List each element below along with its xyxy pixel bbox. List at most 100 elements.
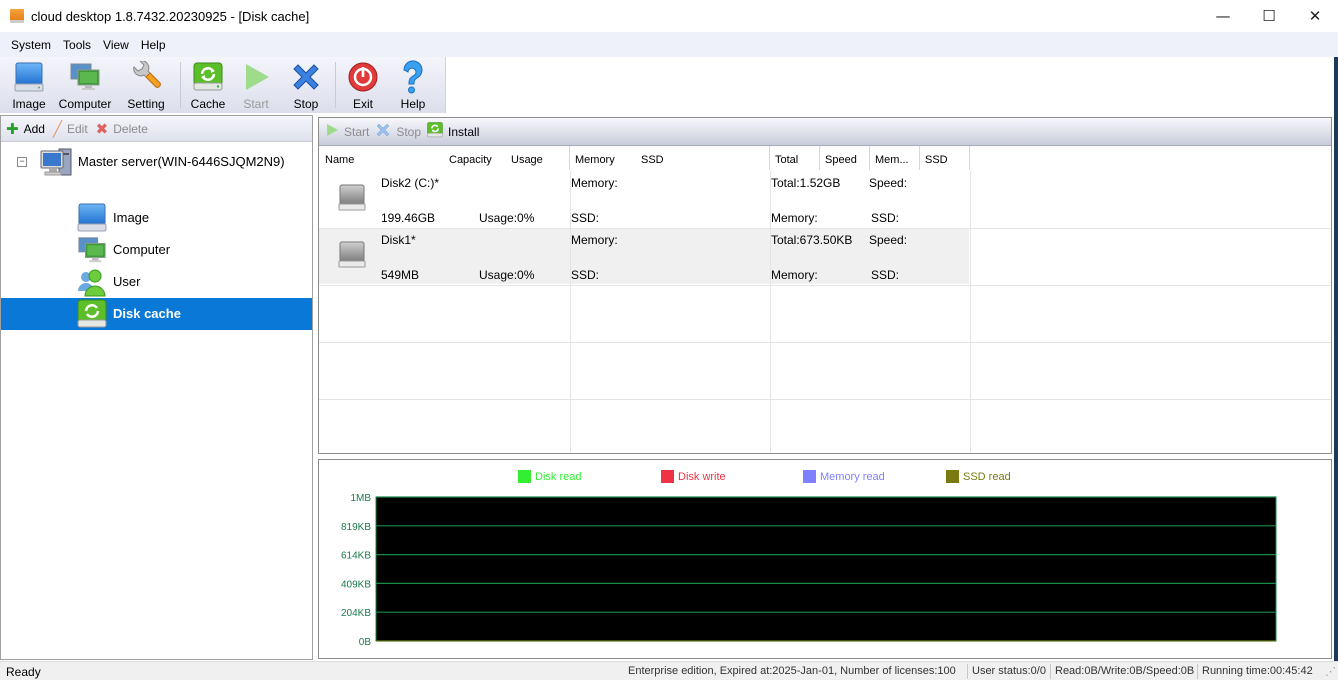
question-icon [396,60,430,94]
toolbar-help-button[interactable]: Help [386,57,440,113]
disk-stop-button[interactable]: Stop [375,122,421,141]
window-controls: — ☐ ✕ [1200,0,1338,32]
toolbar-stop-button[interactable]: Stop [281,57,331,113]
disk-speed: Speed: [869,176,908,190]
stop-x-icon [375,122,391,141]
toolbar-cache-button[interactable]: Cache [185,57,231,113]
col-capacity[interactable]: Capacity [449,154,492,166]
collapse-toggle[interactable]: − [17,157,27,167]
add-button[interactable]: ✚ Add [6,120,45,138]
row-divider [319,285,1331,286]
y-tick-label: 819KB [341,522,371,533]
tree-root-master-server[interactable]: − Master server(WIN-6446SJQM2N9) [1,146,312,178]
edit-label: Edit [66,121,88,136]
tree-item-disk-cache[interactable]: Disk cache [1,298,312,330]
toolbar-image-label: Image [12,97,46,111]
col-ssd[interactable]: SSD [641,154,664,166]
disk-table: Name Capacity Usage Memory SSD Total Spe… [319,146,1331,452]
tree-item-computer[interactable]: Computer [1,234,312,266]
disk-name: Disk2 (C:)* [381,176,440,190]
computer-icon [68,60,102,94]
toolbar-exit-label: Exit [352,97,373,111]
io-status: Read:0B/Write:0B/Speed:0B [1055,665,1195,677]
play-icon [239,60,273,94]
toolbar-start-button[interactable]: Start [231,57,281,113]
disk-install-button[interactable]: Install [427,122,479,141]
header-divider [919,146,920,170]
cache-refresh-icon [191,60,225,94]
disk-capacity: 549MB [381,268,420,282]
play-icon [325,123,339,140]
tree-item-image[interactable]: Image [1,202,312,234]
header-divider [569,146,570,170]
header-divider [769,146,770,170]
tree-item-label: User [113,274,141,289]
menu-bar: System Tools View Help [0,32,1338,57]
resize-grip-icon[interactable]: ⋰ [1325,665,1336,678]
tree-item-label: Disk cache [113,306,181,321]
delete-label: Delete [113,121,148,136]
toolbar-setting-button[interactable]: Setting [116,57,176,113]
status-bar: Ready Enterprise edition, Expired at:202… [0,661,1338,680]
menu-view[interactable]: View [97,38,135,52]
header-divider [869,146,870,170]
disk-ssd: SSD: [571,268,600,282]
disk-list-panel: Start Stop Install Name Capacity Usage M… [318,117,1332,454]
toolbar-exit-button[interactable]: Exit [340,57,386,113]
toolbar-stop-label: Stop [293,97,319,111]
y-tick-label: 614KB [341,551,371,562]
toolbar-start-label: Start [243,97,269,111]
close-button[interactable]: ✕ [1292,0,1338,32]
disk-total-ssd: SSD: [871,211,900,225]
delete-button[interactable]: ✖ Delete [96,120,148,138]
toolbar-computer-label: Computer [58,97,112,111]
col-usage[interactable]: Usage [511,154,543,166]
toolbar-cache-label: Cache [190,97,226,111]
edit-button[interactable]: ╱ Edit [53,120,88,138]
maximize-button[interactable]: ☐ [1246,0,1292,32]
col-total[interactable]: Total [775,154,798,166]
menu-help[interactable]: Help [135,38,172,52]
status-divider [1197,664,1198,679]
table-row[interactable]: Disk1* 549MB Usage:0% Memory: SSD: Total… [319,228,969,284]
add-label: Add [23,121,45,136]
minimize-button[interactable]: — [1200,0,1246,32]
table-header: Name Capacity Usage Memory SSD Total Spe… [319,148,1331,172]
toolbar-image-button[interactable]: Image [4,57,54,113]
disk-stop-label: Stop [396,124,422,139]
col-divider [970,171,971,452]
col-mem[interactable]: Mem... [875,154,909,166]
col-ssd2[interactable]: SSD [925,154,948,166]
col-memory[interactable]: Memory [575,154,615,166]
cache-refresh-icon [77,299,107,329]
table-row[interactable]: Disk2 (C:)* 199.46GB Usage:0% Memory: SS… [319,171,969,227]
y-tick-label: 409KB [341,579,371,590]
tree-item-user[interactable]: User [1,266,312,298]
toolbar-separator [335,62,336,108]
io-chart: 0B 204KB 409KB 614KB 819KB 1MB [341,493,1277,648]
row-divider [319,228,1331,229]
disk-total-memory: Memory: [771,268,818,282]
disk-install-label: Install [448,124,480,139]
computer-icon [77,235,107,265]
y-tick-label: 204KB [341,608,371,619]
disk-start-button[interactable]: Start [325,123,369,140]
menu-system[interactable]: System [5,38,57,52]
user-status: User status:0/0 [972,665,1046,677]
row-divider [319,342,1331,343]
status-divider [967,664,968,679]
tree-item-label: Image [113,210,150,225]
disk-usage: Usage:0% [479,268,535,282]
disk-total-memory: Memory: [771,211,818,225]
disk-ssd: SSD: [571,211,600,225]
power-icon [346,60,380,94]
col-name[interactable]: Name [325,154,354,166]
stop-x-icon [289,60,323,94]
y-tick-label: 0B [359,637,372,648]
hard-disk-icon [337,240,367,270]
menu-tools[interactable]: Tools [57,38,97,52]
image-disk-icon [77,203,107,233]
col-speed[interactable]: Speed [825,154,857,166]
toolbar-separator [180,62,181,108]
toolbar-computer-button[interactable]: Computer [54,57,116,113]
